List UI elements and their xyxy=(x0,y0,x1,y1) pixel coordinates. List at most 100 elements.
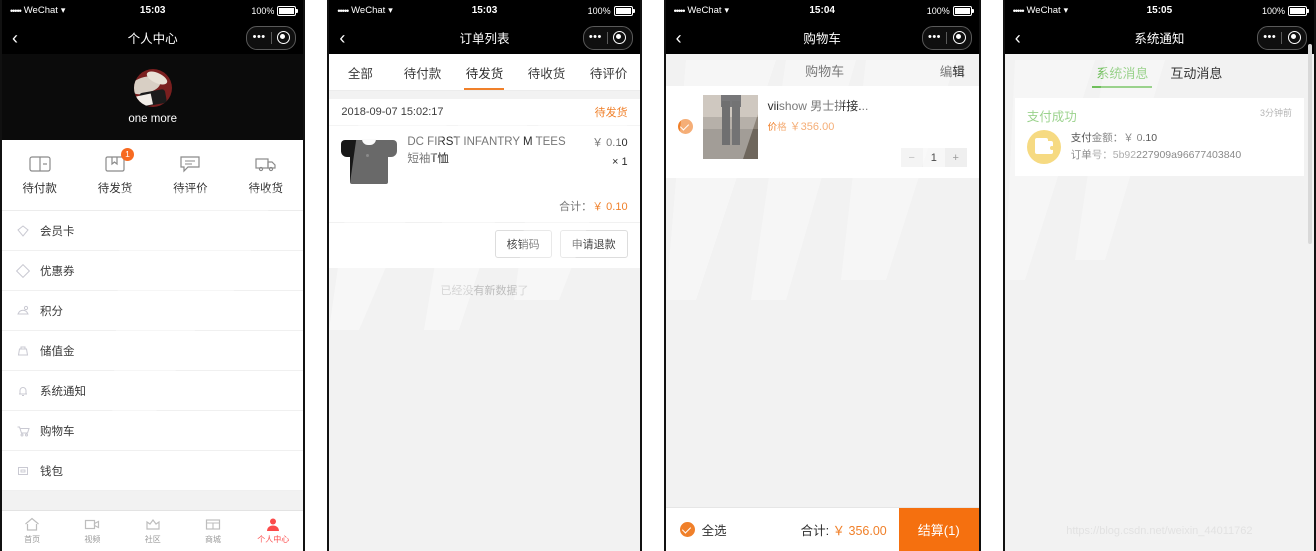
more-dots-icon[interactable]: ••• xyxy=(923,32,947,43)
more-dots-icon[interactable]: ••• xyxy=(247,32,271,43)
order-header: 2018-09-07 15:02:17 待发货 xyxy=(329,99,639,125)
close-target-icon[interactable] xyxy=(1282,31,1306,44)
tab-label: 视频 xyxy=(84,535,101,544)
avatar[interactable] xyxy=(133,69,172,107)
request-refund-button[interactable]: 申请退款 xyxy=(559,230,628,258)
product-thumbnail-pants xyxy=(702,95,758,159)
tab-pending-shipment[interactable]: 待发货 xyxy=(453,54,515,90)
quick-entry-pending-shipment[interactable]: 1 待发货 xyxy=(77,140,152,210)
status-bar: ••••• WeChat ▾ 15:05 100% xyxy=(1004,0,1314,21)
menu-item-coupon[interactable]: 优惠券 xyxy=(2,251,304,291)
notification-title: 支付成功 xyxy=(1026,110,1077,124)
status-bar: ••••• WeChat ▾ 15:03 100% xyxy=(329,0,640,21)
tab-community[interactable]: 社区 xyxy=(123,511,183,551)
menu-item-system-notice[interactable]: 系统通知 xyxy=(2,371,304,411)
tab-interaction-messages[interactable]: 互动消息 xyxy=(1166,54,1226,90)
tab-home[interactable]: 首页 xyxy=(2,511,62,551)
cart-total-amount: ￥ 356.00 xyxy=(832,524,887,538)
order-item-row[interactable]: DC FIRST INFANTRY M TEES 短袖T恤 ￥ 0.10 × 1 xyxy=(329,125,640,192)
status-bar-right: 100% xyxy=(926,5,974,16)
scrollbar[interactable] xyxy=(1307,44,1312,244)
cart-title: 购物车 xyxy=(805,63,845,79)
tab-pending-review[interactable]: 待评价 xyxy=(578,54,640,90)
close-target-icon[interactable] xyxy=(272,31,296,44)
quick-entry-pending-payment[interactable]: 待付款 xyxy=(2,140,77,210)
phone-panel-profile: ••••• WeChat ▾ 15:03 100% ‹ 个人中心 ••• one… xyxy=(0,0,306,551)
select-all-checkbox[interactable] xyxy=(679,522,695,537)
tab-video[interactable]: 视频 xyxy=(62,511,122,551)
battery-percent: 100% xyxy=(587,5,611,16)
phone-panel-cart: ••••• WeChat ▾ 15:04 100% ‹ 购物车 ••• 购物车 … xyxy=(663,0,981,551)
order-card[interactable]: 2018-09-07 15:02:17 待发货 DC FIRST INFANTR… xyxy=(329,99,640,268)
product-price: 价格 ￥356.00 xyxy=(768,118,967,134)
cart-edit-button[interactable]: 编辑 xyxy=(940,61,965,80)
tab-pending-payment[interactable]: 待付款 xyxy=(391,54,453,90)
quick-entry-pending-review[interactable]: 待评价 xyxy=(153,140,228,210)
quick-entry-label: 待发货 xyxy=(97,183,133,195)
tab-all[interactable]: 全部 xyxy=(329,54,391,90)
tab-system-messages[interactable]: 系统消息 xyxy=(1092,54,1153,90)
tab-store[interactable]: 商城 xyxy=(183,511,243,551)
menu-item-label: 钱包 xyxy=(40,465,63,478)
wallet-icon xyxy=(1026,130,1061,164)
product-qty: × 1 xyxy=(611,155,628,168)
verification-code-button[interactable]: 核销码 xyxy=(494,230,552,258)
phone-panel-order-list: ••••• WeChat ▾ 15:03 100% ‹ 订单列表 ••• 全部 … xyxy=(327,0,642,551)
order-number-line: 订单号：5b92227909a96677403840 xyxy=(1070,148,1242,161)
coupon-icon xyxy=(16,263,30,278)
payment-amount-line: 支付金额：￥ 0.10 xyxy=(1070,132,1158,144)
nav-bar: ‹ 个人中心 ••• xyxy=(2,21,304,54)
savings-icon xyxy=(16,344,30,358)
wechat-capsule-button[interactable]: ••• xyxy=(921,25,972,50)
menu-item-cart[interactable]: 购物车 xyxy=(2,411,304,451)
close-target-icon[interactable] xyxy=(947,31,971,44)
menu-item-wallet[interactable]: 钱包 xyxy=(2,451,304,491)
more-dots-icon[interactable]: ••• xyxy=(1258,32,1282,43)
quantity-minus-button[interactable]: − xyxy=(900,148,923,167)
menu-item-stored-value[interactable]: 储值金 xyxy=(2,331,304,371)
wechat-capsule-button[interactable]: ••• xyxy=(1256,25,1307,50)
cart-item-row[interactable]: viishow 男士拼接... 价格 ￥356.00 − 1 + xyxy=(665,86,979,178)
cart-total: 合计: ￥ 356.00 xyxy=(801,520,899,539)
content-spacer xyxy=(2,491,304,510)
tab-label: 商城 xyxy=(204,535,221,544)
checkout-button[interactable]: 结算(1) xyxy=(898,508,979,551)
wechat-capsule-button[interactable]: ••• xyxy=(246,25,297,50)
status-bar: ••••• WeChat ▾ 15:03 100% xyxy=(2,0,304,21)
notification-card[interactable]: 支付成功 3分钟前 支付金额：￥ 0.10 订单号：5b92227909a966… xyxy=(1014,98,1304,176)
nav-bar: ‹ 购物车 ••• xyxy=(665,21,979,54)
close-target-icon[interactable] xyxy=(608,31,632,44)
nav-bar: ‹ 订单列表 ••• xyxy=(329,21,640,54)
order-total-label: 合计： xyxy=(559,201,593,213)
wechat-capsule-button[interactable]: ••• xyxy=(582,25,633,50)
content-spacer xyxy=(1004,176,1314,551)
status-bar: ••••• WeChat ▾ 15:04 100% xyxy=(665,0,979,21)
tab-profile[interactable]: 个人中心 xyxy=(243,511,303,551)
more-dots-icon[interactable]: ••• xyxy=(584,32,608,43)
nav-bar: ‹ 系统通知 ••• xyxy=(1004,21,1314,54)
notification-time: 3分钟前 xyxy=(1259,108,1292,118)
tab-pending-receipt[interactable]: 待收货 xyxy=(516,54,578,90)
package-ship-icon: 1 xyxy=(104,148,135,173)
select-all-control[interactable]: 全选 xyxy=(666,520,801,539)
quantity-value[interactable]: 1 xyxy=(922,148,945,167)
wallet-pay-icon xyxy=(29,154,51,173)
community-icon xyxy=(145,517,161,532)
notification-lines: 支付金额：￥ 0.10 订单号：5b92227909a96677403840 xyxy=(1071,130,1292,164)
watermark-url: https://blog.csdn.net/weixin_44011762 xyxy=(1066,525,1253,537)
battery-percent: 100% xyxy=(1261,5,1285,16)
quantity-stepper[interactable]: − 1 + xyxy=(768,148,967,167)
video-icon xyxy=(84,517,100,532)
battery-percent: 100% xyxy=(926,5,950,16)
product-price: ￥ 0.10 xyxy=(592,137,628,149)
battery-icon xyxy=(952,5,974,16)
quick-entry-pending-receipt[interactable]: 待收货 xyxy=(228,140,303,210)
quantity-plus-button[interactable]: + xyxy=(944,148,967,167)
select-all-label: 全选 xyxy=(701,524,727,538)
item-checkbox-checked[interactable] xyxy=(677,119,693,134)
cart-header: 购物车 编辑 xyxy=(665,54,979,86)
order-total-amount: ￥ 0.10 xyxy=(592,201,628,213)
order-total: 合计：￥ 0.10 xyxy=(329,192,639,222)
menu-item-points[interactable]: 积分 xyxy=(2,291,304,331)
menu-item-membership-card[interactable]: 会员卡 xyxy=(2,211,304,251)
